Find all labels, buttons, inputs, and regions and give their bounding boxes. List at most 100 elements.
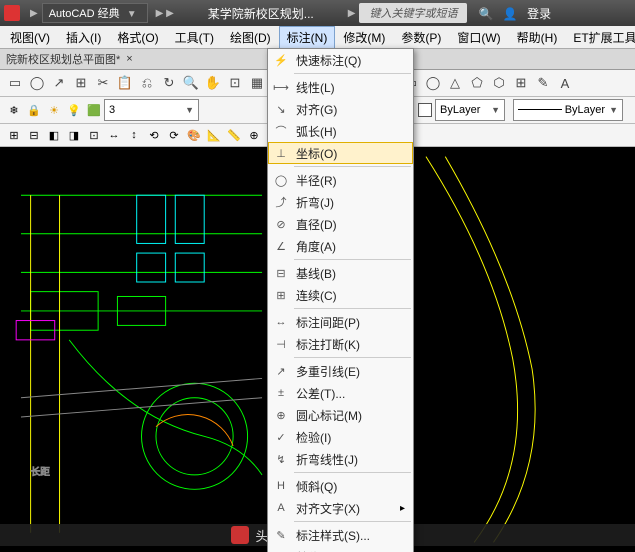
- menu-item-icon: A: [272, 500, 290, 516]
- tool-icon-22[interactable]: ⬡: [489, 73, 509, 93]
- menu-item-圆心标记m[interactable]: ⊕圆心标记(M): [268, 404, 413, 426]
- menu-item-icon: ±: [272, 385, 290, 401]
- tool-icon-20[interactable]: △: [445, 73, 465, 93]
- menu-item-检验i[interactable]: ✓检验(I): [268, 426, 413, 448]
- menu-item-label: 替代(V): [296, 549, 336, 552]
- menu-item-label: 标注打断(K): [296, 336, 360, 353]
- tool-icon-10[interactable]: ⊡: [225, 73, 245, 93]
- tool-icon-8[interactable]: 🔍: [181, 73, 201, 93]
- menu-item-半径r[interactable]: ◯半径(R): [268, 169, 413, 191]
- extra-icon-2[interactable]: ◧: [46, 127, 62, 143]
- login-link[interactable]: 登录: [527, 7, 551, 21]
- menu-bar: 视图(V)插入(I)格式(O)工具(T)绘图(D)标注(N)修改(M)参数(P)…: [0, 26, 635, 49]
- extra-icon-1[interactable]: ⊟: [26, 127, 42, 143]
- search-icon[interactable]: 🔍: [478, 7, 493, 21]
- menu-item-label: 基线(B): [296, 265, 336, 282]
- workspace-selector[interactable]: AutoCAD 经典 ▼: [42, 3, 148, 23]
- tool-icon-9[interactable]: ✋: [203, 73, 223, 93]
- user-icon[interactable]: 👤: [503, 7, 518, 21]
- menu-item-倾斜q[interactable]: H 倾斜(Q): [268, 475, 413, 497]
- menu-item-icon: ↔: [272, 314, 290, 330]
- tool-icon-7[interactable]: ↻: [159, 73, 179, 93]
- menu-item-label: 公差(T)...: [296, 385, 345, 402]
- tool-icon-24[interactable]: ✎: [533, 73, 553, 93]
- menu-item-对齐g[interactable]: ↘对齐(G): [268, 98, 413, 120]
- menu-item-直径d[interactable]: ⊘直径(D): [268, 213, 413, 235]
- extra-icon-7[interactable]: ⟲: [146, 127, 162, 143]
- tool-icon-1[interactable]: ◯: [27, 73, 47, 93]
- color-swatch-icon[interactable]: [418, 103, 432, 117]
- extra-icon-12[interactable]: ⊕: [246, 127, 262, 143]
- menu-item-icon: ⌒: [272, 123, 290, 139]
- menu-视图[interactable]: 视图(V): [2, 26, 58, 49]
- menu-工具[interactable]: 工具(T): [167, 26, 222, 49]
- menu-item-label: 角度(A): [296, 238, 336, 255]
- tool-icon-4[interactable]: ✂: [93, 73, 113, 93]
- tool-icon-2[interactable]: ↗: [49, 73, 69, 93]
- layer-lock-icon[interactable]: 🔒: [26, 102, 42, 118]
- menu-item-连续c[interactable]: ⊞连续(C): [268, 284, 413, 306]
- extra-icon-9[interactable]: 🎨: [186, 127, 202, 143]
- dimension-menu: ⚡快速标注(Q) ⟼线性(L)↘对齐(G) ⌒ 弧长(H) ⊥坐标(O) ◯半径(R)⤴折…: [267, 48, 414, 552]
- menu-绘图[interactable]: 绘图(D): [222, 26, 279, 49]
- document-tab[interactable]: 院新校区规划总平面图*: [6, 51, 120, 67]
- menu-item-基线b[interactable]: ⊟基线(B): [268, 262, 413, 284]
- tool-icon-11[interactable]: ▦: [247, 73, 267, 93]
- menu-item-标注打断k[interactable]: ⊣标注打断(K): [268, 333, 413, 355]
- extra-icon-3[interactable]: ◨: [66, 127, 82, 143]
- menu-item-弧长h[interactable]: ⌒ 弧长(H): [268, 120, 413, 142]
- extra-icon-11[interactable]: 📏: [226, 127, 242, 143]
- menu-修改[interactable]: 修改(M): [335, 26, 393, 49]
- menu-item-label: 折弯线性(J): [296, 451, 358, 468]
- layer-bulb-icon[interactable]: 💡: [66, 102, 82, 118]
- tool-icon-19[interactable]: ◯: [423, 73, 443, 93]
- tool-icon-21[interactable]: ⬠: [467, 73, 487, 93]
- menu-item-角度a[interactable]: ∠角度(A): [268, 235, 413, 257]
- menu-item-线性l[interactable]: ⟼线性(L): [268, 76, 413, 98]
- menu-item-坐标o[interactable]: ⊥坐标(O): [268, 142, 413, 164]
- menu-item-标注样式s[interactable]: ✎标注样式(S)...: [268, 524, 413, 546]
- chevron-right-icon: ▶ ▶: [156, 8, 174, 19]
- menu-item-多重引线e[interactable]: ↗多重引线(E): [268, 360, 413, 382]
- menu-item-icon: H: [272, 478, 290, 494]
- tool-icon-3[interactable]: ⊞: [71, 73, 91, 93]
- extra-icon-10[interactable]: 📐: [206, 127, 222, 143]
- menu-item-对齐文字x[interactable]: A对齐文字(X)▸: [268, 497, 413, 519]
- linetype-combo[interactable]: ByLayer▼: [513, 99, 623, 121]
- menu-item-替代v[interactable]: ⟲替代(V): [268, 546, 413, 552]
- menu-item-折弯线性j[interactable]: ↯折弯线性(J): [268, 448, 413, 470]
- layer-freeze-icon[interactable]: ❄: [6, 102, 22, 118]
- menu-item-公差t[interactable]: ± 公差(T)...: [268, 382, 413, 404]
- menu-item-label: 弧长(H): [296, 123, 337, 140]
- menu-帮助[interactable]: 帮助(H): [509, 26, 566, 49]
- close-tab-icon[interactable]: ×: [126, 53, 132, 65]
- tool-icon-25[interactable]: A: [555, 73, 575, 93]
- menu-窗口[interactable]: 窗口(W): [449, 26, 508, 49]
- menu-item-label: 倾斜(Q): [296, 478, 337, 495]
- menu-item-折弯j[interactable]: ⤴折弯(J): [268, 191, 413, 213]
- menu-格式[interactable]: 格式(O): [109, 26, 166, 49]
- layer-sun-icon[interactable]: ☀: [46, 102, 62, 118]
- extra-icon-6[interactable]: ↕: [126, 127, 142, 143]
- menu-插入[interactable]: 插入(I): [58, 26, 109, 49]
- tool-icon-6[interactable]: ⎌: [137, 73, 157, 93]
- menu-separator: [294, 259, 411, 260]
- extra-icon-8[interactable]: ⟳: [166, 127, 182, 143]
- menu-标注[interactable]: 标注(N): [279, 26, 336, 49]
- tool-icon-23[interactable]: ⊞: [511, 73, 531, 93]
- search-input[interactable]: 键入关键字或短语: [359, 3, 467, 23]
- extra-icon-0[interactable]: ⊞: [6, 127, 22, 143]
- menu-separator: [294, 357, 411, 358]
- title-icons: 🔍 👤 登录: [475, 5, 554, 22]
- tool-icon-5[interactable]: 📋: [115, 73, 135, 93]
- menu-参数[interactable]: 参数(P): [393, 26, 449, 49]
- tool-icon-0[interactable]: ▭: [5, 73, 25, 93]
- layer-color-icon[interactable]: 🟩: [86, 102, 102, 118]
- extra-icon-5[interactable]: ↔: [106, 127, 122, 143]
- menu-et扩展工具[interactable]: ET扩展工具(X): [565, 26, 635, 49]
- layer-combo[interactable]: 3▼: [104, 99, 199, 121]
- menu-item-快速标注q[interactable]: ⚡快速标注(Q): [268, 49, 413, 71]
- color-combo[interactable]: ByLayer▼: [435, 99, 505, 121]
- extra-icon-4[interactable]: ⊡: [86, 127, 102, 143]
- menu-item-标注间距p[interactable]: ↔标注间距(P): [268, 311, 413, 333]
